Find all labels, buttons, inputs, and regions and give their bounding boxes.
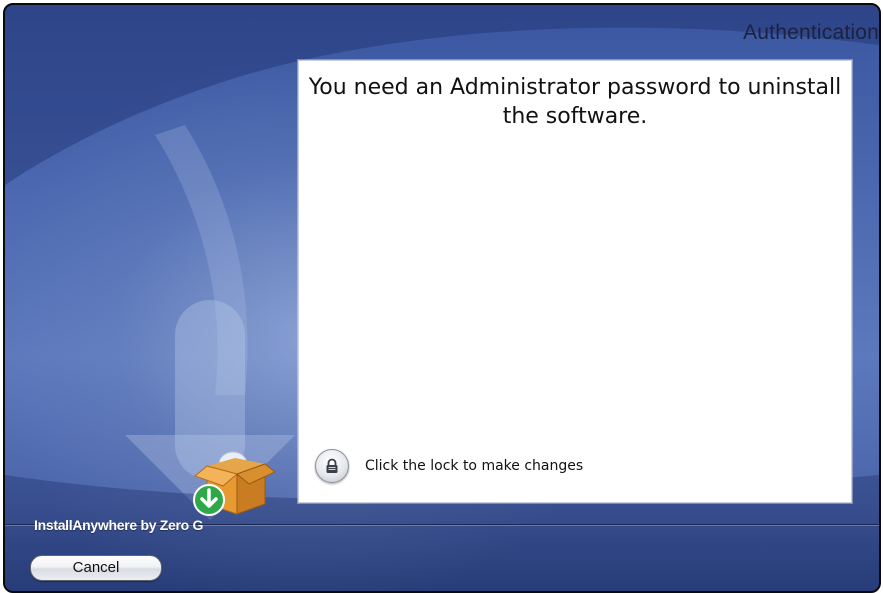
installer-window: Authentication You need an Administrator… [3, 3, 881, 593]
screenshot-frame: Authentication You need an Administrator… [0, 0, 883, 593]
brand-label: InstallAnywhere by Zero G [34, 517, 204, 533]
auth-message: You need an Administrator password to un… [308, 75, 842, 129]
lock-icon [326, 458, 338, 473]
lock-row: Click the lock to make changes [315, 449, 583, 483]
lock-label: Click the lock to make changes [365, 458, 584, 474]
installer-box-icon [193, 451, 276, 516]
window-title: Authentication [743, 21, 879, 44]
lock-button[interactable] [315, 449, 349, 483]
download-arrow-icon [193, 484, 225, 516]
content-panel: You need an Administrator password to un… [298, 60, 852, 503]
cancel-button[interactable]: Cancel [30, 555, 162, 581]
